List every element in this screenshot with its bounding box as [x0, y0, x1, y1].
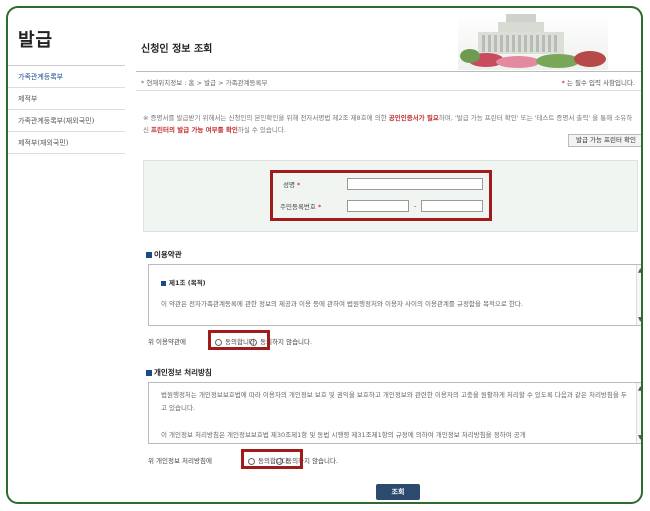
- court-building-illustration: [458, 12, 608, 70]
- resident-number-front-input[interactable]: [347, 200, 409, 212]
- resident-number-label: 주민등록번호 *: [280, 201, 321, 211]
- privacy-section-title: 개인정보 처리방침: [146, 367, 212, 378]
- scroll-up-icon[interactable]: ▲: [638, 385, 641, 392]
- terms-article-text: 이 약관은 전자가족관계등록에 관한 정보의 제공과 이용 등에 관하여 법원행…: [161, 300, 523, 308]
- notice-part-5: 하실 수 있습니다.: [237, 126, 286, 134]
- terms-agree-radio[interactable]: [215, 338, 222, 346]
- terms-title-text: 이용약관: [154, 250, 182, 259]
- printer-check-button[interactable]: 발급 가능 프린터 확인: [568, 134, 641, 147]
- scroll-down-icon[interactable]: ▼: [638, 434, 641, 441]
- search-button[interactable]: 조회: [376, 484, 420, 500]
- resident-label-text: 주민등록번호: [280, 203, 316, 211]
- notice-highlight-certificate: 공인인증서가 필요: [388, 114, 439, 122]
- article-bullet-icon: [161, 280, 166, 286]
- section-bullet-icon: [146, 252, 152, 258]
- notice-highlight-printer: 프린터의 발급 가능 여부를 확인: [151, 126, 238, 134]
- sidebar: 발급 가족관계등록부 제적부 가족관계등록부(재외국민) 제적부(재외국민): [8, 8, 126, 502]
- privacy-agree-option[interactable]: 동의합니다.: [248, 455, 290, 465]
- required-note-text: 는 필수 입력 사항입니다.: [566, 79, 635, 87]
- required-note: * 는 필수 입력 사항입니다.: [562, 77, 635, 87]
- privacy-agree-label[interactable]: 동의합니다.: [258, 457, 290, 465]
- scroll-up-icon[interactable]: ▲: [638, 267, 641, 274]
- resident-number-dash: -: [414, 202, 417, 210]
- name-required-star: *: [297, 181, 301, 189]
- privacy-paragraph-2: 이 개인정보 처리방침은 개인정보보호법 제30조제1항 및 동법 시행령 제3…: [161, 431, 526, 439]
- sidebar-item-family-register-overseas[interactable]: 가족관계등록부(재외국민): [8, 110, 125, 132]
- privacy-scrollbar[interactable]: ▲ ▼: [636, 383, 641, 443]
- terms-consent-prefix: 위 이용약관에: [148, 338, 186, 346]
- privacy-title-text: 개인정보 처리방침: [154, 368, 212, 377]
- privacy-consent-prefix: 위 개인정보 처리방침에: [148, 457, 212, 465]
- sidebar-item-removal-register[interactable]: 제적부: [8, 88, 125, 110]
- terms-agree-option[interactable]: 동의합니다.: [215, 336, 257, 346]
- terms-section-title: 이용약관: [146, 249, 182, 260]
- privacy-agree-radio[interactable]: [248, 457, 255, 465]
- name-input[interactable]: [347, 178, 483, 190]
- page-frame: 발급 가족관계등록부 제적부 가족관계등록부(재외국민) 제적부(재외국민) 신…: [6, 6, 643, 504]
- notice-text: ※ 증명서를 발급받기 위해서는 신청인의 본인확인을 위해 전자서명법 제2조…: [143, 112, 638, 136]
- sidebar-menu: 가족관계등록부 제적부 가족관계등록부(재외국민) 제적부(재외국민): [8, 65, 125, 154]
- sidebar-item-family-register[interactable]: 가족관계등록부: [8, 66, 125, 88]
- scroll-down-icon[interactable]: ▼: [638, 316, 641, 323]
- sidebar-title: 발급: [18, 30, 54, 51]
- name-label-text: 성명: [283, 181, 295, 189]
- breadcrumb-divider: [136, 90, 641, 91]
- sidebar-item-removal-register-overseas[interactable]: 제적부(재외국민): [8, 132, 125, 154]
- page-title: 신청인 정보 조회: [141, 44, 213, 55]
- resident-number-back-input[interactable]: [421, 200, 483, 212]
- resident-required-star: *: [317, 203, 322, 211]
- required-star: *: [561, 79, 565, 87]
- privacy-scroll-box[interactable]: 법원행정처는 개인정보보호법에 따라 이용자의 개인정보 보호 및 권익을 보호…: [148, 382, 641, 444]
- name-label: 성명 *: [283, 179, 300, 189]
- breadcrumb: * 현재위치정보 : 홈 > 발급 > 가족관계등록부: [141, 79, 268, 87]
- terms-article-title-text: 제1조 (목적): [169, 279, 206, 287]
- terms-scrollbar[interactable]: ▲ ▼: [636, 265, 641, 325]
- terms-scroll-box[interactable]: 제1조 (목적) 이 약관은 전자가족관계등록에 관한 정보의 제공과 이용 등…: [148, 264, 641, 326]
- privacy-paragraph-1: 법원행정처는 개인정보보호법에 따라 이용자의 개인정보 보호 및 권익을 보호…: [161, 391, 627, 412]
- section-bullet-icon: [146, 370, 152, 376]
- notice-part-1: ※ 증명서를 발급받기 위해서는 신청인의 본인확인을 위해 전자서명법 제2조…: [143, 114, 389, 122]
- terms-agree-label[interactable]: 동의합니다.: [225, 338, 257, 346]
- header-divider: [136, 71, 641, 72]
- terms-article-title: 제1조 (목적): [161, 277, 206, 290]
